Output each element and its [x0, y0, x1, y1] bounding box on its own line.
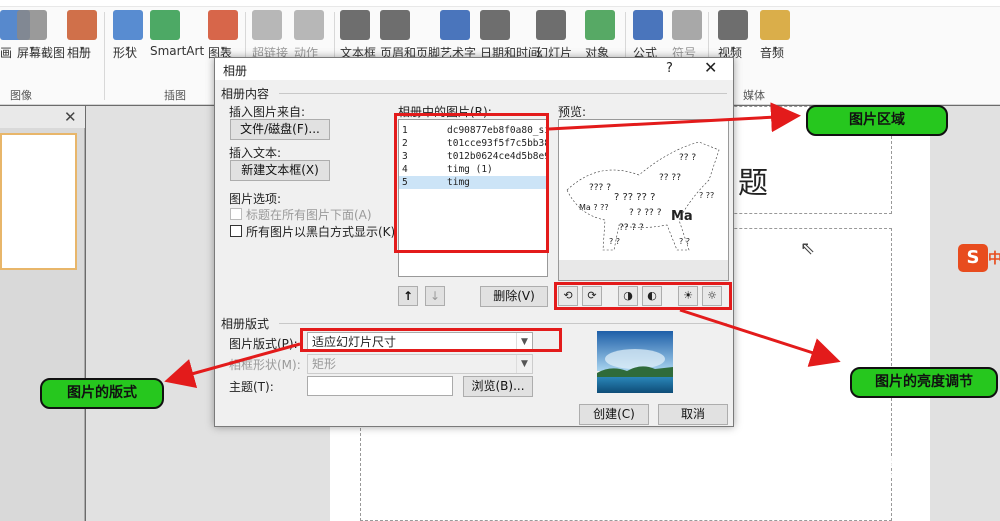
callout-arrows [164, 102, 841, 389]
callout-picture-area: 图片区域 [806, 105, 948, 136]
callout-brightness: 图片的亮度调节 [850, 367, 998, 398]
callout-picture-layout: 图片的版式 [40, 378, 164, 409]
